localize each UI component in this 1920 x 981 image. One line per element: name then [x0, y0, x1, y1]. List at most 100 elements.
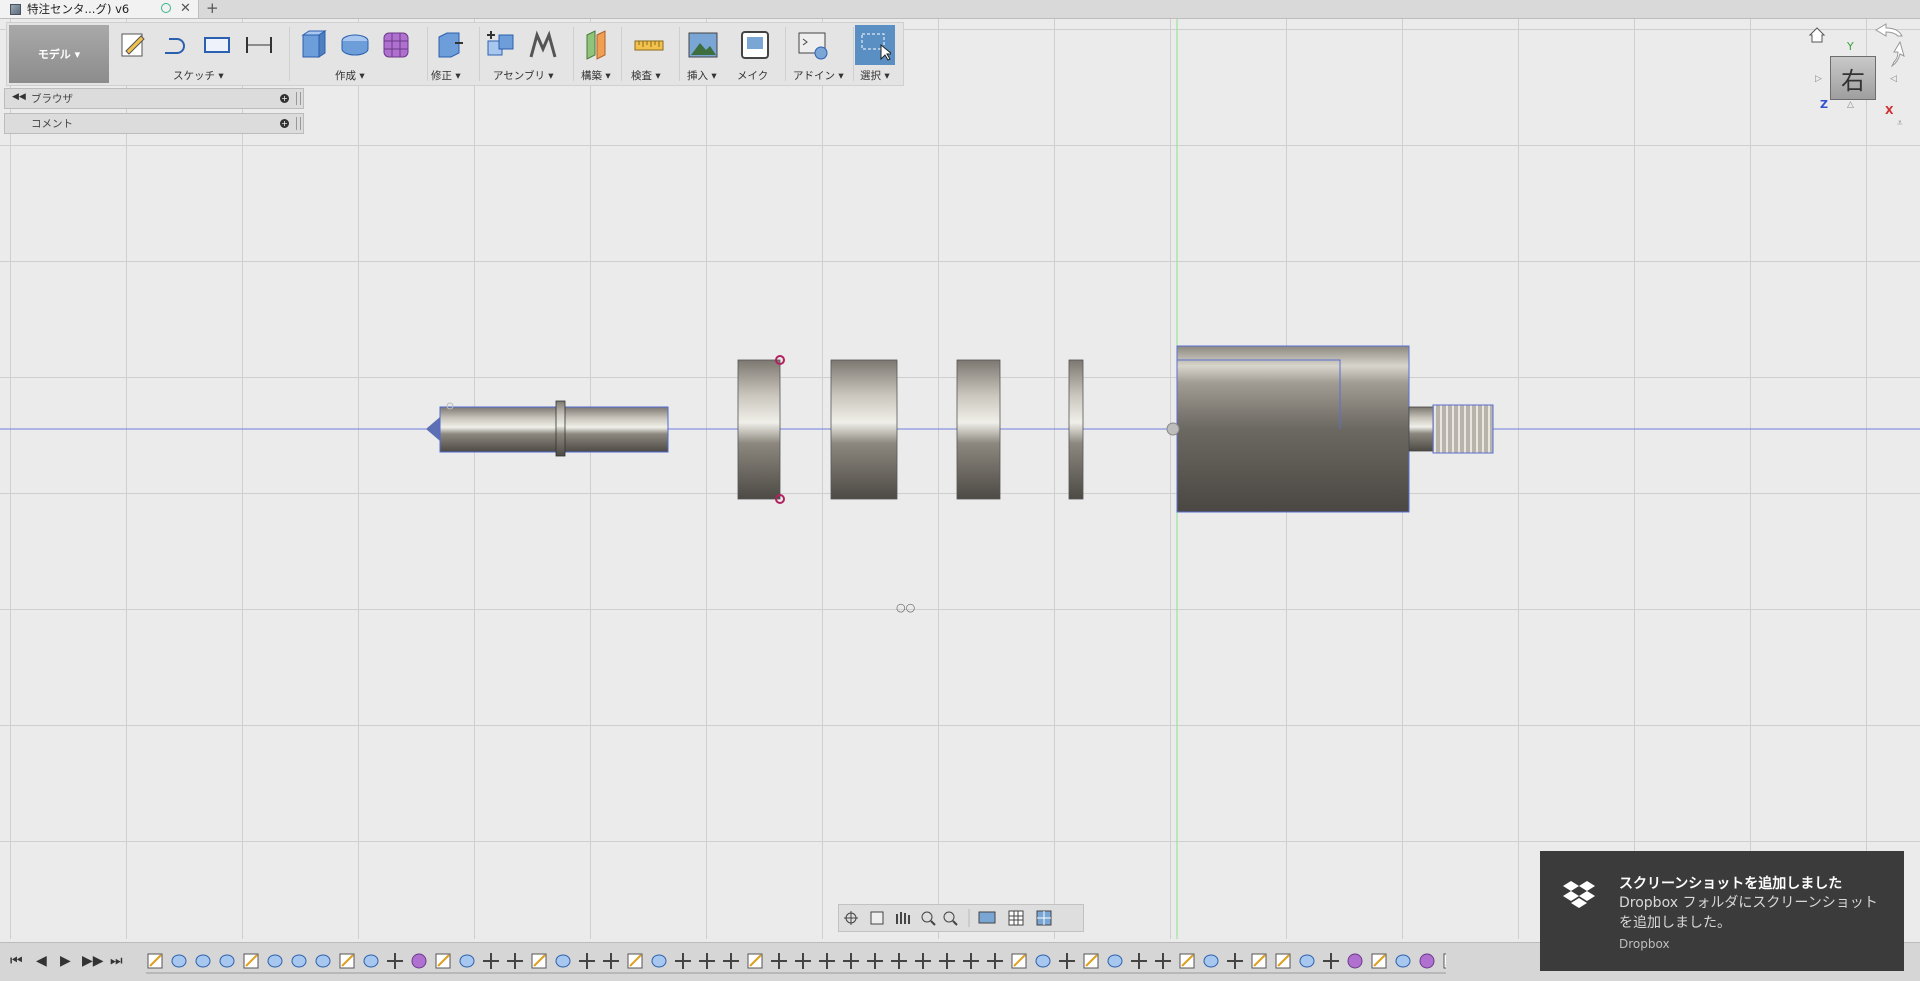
select-tool-active[interactable] — [855, 25, 895, 65]
timeline-feature-move[interactable] — [963, 953, 979, 969]
timeline-previous-button[interactable]: ◀ — [36, 953, 47, 969]
timeline-feature-move[interactable] — [1323, 953, 1339, 969]
inspect-group-label[interactable]: 検査 ▾ — [631, 68, 661, 83]
timeline-feature-move[interactable] — [987, 953, 1003, 969]
timeline-feature-extrude[interactable] — [363, 954, 379, 968]
timeline-feature-move[interactable] — [483, 953, 499, 969]
insert-group-label[interactable]: 挿入 ▾ — [687, 68, 717, 83]
dimension-icon[interactable] — [243, 29, 275, 61]
offset-plane-icon[interactable] — [581, 29, 613, 61]
extrude-icon[interactable] — [297, 29, 329, 61]
timeline-feature-sketch[interactable] — [1443, 953, 1446, 969]
close-tab-button[interactable]: ✕ — [180, 0, 191, 18]
timeline-feature-sketch[interactable] — [627, 953, 643, 969]
timeline-feature-sketch[interactable] — [747, 953, 763, 969]
timeline-feature-sketch[interactable] — [1275, 953, 1291, 969]
create-group-label[interactable]: 作成 ▾ — [335, 68, 365, 83]
timeline-feature-move[interactable] — [819, 953, 835, 969]
timeline-feature-move[interactable] — [795, 953, 811, 969]
joint-icon[interactable] — [527, 29, 559, 61]
timeline-feature-extrude[interactable] — [291, 954, 307, 968]
form-icon[interactable] — [381, 29, 413, 61]
cube-face-right[interactable]: 右 — [1830, 56, 1876, 100]
expand-comment-icon[interactable]: + — [280, 119, 289, 128]
panel-grip-icon[interactable] — [296, 92, 301, 105]
timeline-feature-extrude[interactable] — [459, 954, 475, 968]
timeline-feature-sketch[interactable] — [435, 953, 451, 969]
timeline-feature-move[interactable] — [939, 953, 955, 969]
timeline-feature-move[interactable] — [603, 953, 619, 969]
timeline-feature-revolve[interactable] — [195, 954, 211, 968]
fit-icon[interactable] — [943, 911, 958, 926]
timeline-feature-sketch[interactable] — [339, 953, 355, 969]
dropbox-notification[interactable]: スクリーンショットを追加しました Dropbox フォルダにスクリーンショットを… — [1540, 851, 1904, 971]
new-component-icon[interactable] — [485, 29, 517, 61]
timeline-feature-extrude[interactable] — [651, 954, 667, 968]
timeline-feature-extrude[interactable] — [1299, 954, 1315, 968]
timeline-feature-move[interactable] — [843, 953, 859, 969]
timeline-feature-sketch[interactable] — [531, 953, 547, 969]
cube-right-arrow[interactable]: ◁ — [1890, 74, 1897, 84]
addins-group-label[interactable]: アドイン ▾ — [793, 68, 844, 83]
timeline-feature-sketch[interactable] — [1251, 953, 1267, 969]
make-group-label[interactable]: メイク — [737, 68, 768, 83]
timeline-feature-extrude[interactable] — [267, 954, 283, 968]
timeline-feature-move[interactable] — [867, 953, 883, 969]
timeline-feature-move[interactable] — [579, 953, 595, 969]
timeline-feature-extrude[interactable] — [1035, 954, 1051, 968]
timeline-feature-move[interactable] — [1227, 953, 1243, 969]
timeline-feature-extrude[interactable] — [1107, 954, 1123, 968]
construct-group-label[interactable]: 構築 ▾ — [581, 68, 611, 83]
arc-icon[interactable] — [159, 29, 191, 61]
timeline-feature-revolve[interactable] — [171, 954, 187, 968]
timeline-feature-sketch[interactable] — [1083, 953, 1099, 969]
expand-browser-icon[interactable]: + — [280, 94, 289, 103]
timeline-feature-sketch[interactable] — [1179, 953, 1195, 969]
display-settings-icon[interactable] — [978, 911, 996, 924]
timeline-first-button[interactable]: ⏮ — [10, 953, 23, 969]
pan-icon[interactable] — [896, 912, 910, 924]
timeline-feature-move[interactable] — [915, 953, 931, 969]
timeline-feature-extrude[interactable] — [1203, 954, 1219, 968]
timeline-feature-move[interactable] — [891, 953, 907, 969]
document-tab[interactable]: 特注センタ...グ) v6 ✕ — [0, 0, 199, 18]
workspace-switch-button[interactable]: モデル ▾ — [9, 25, 109, 83]
timeline-feature-move[interactable] — [507, 953, 523, 969]
cube-down-arrow[interactable]: △ — [1847, 100, 1854, 110]
new-tab-button[interactable]: + — [206, 0, 219, 17]
insert-image-icon[interactable] — [687, 29, 719, 61]
rectangle-icon[interactable] — [201, 29, 233, 61]
view-cube[interactable]: Y Z X 右 ▷ ◁ △ ▽ ⩡ — [1790, 22, 1910, 132]
timeline-feature-list[interactable] — [146, 949, 1446, 977]
browser-panel[interactable]: ◀◀ ブラウザ + — [4, 88, 304, 109]
zoom-icon[interactable] — [921, 911, 936, 926]
create-sketch-icon[interactable] — [117, 29, 149, 61]
timeline-feature-move[interactable] — [723, 953, 739, 969]
panel-grip-icon[interactable] — [296, 117, 301, 130]
timeline-feature-move[interactable] — [387, 953, 403, 969]
timeline-feature-move[interactable] — [699, 953, 715, 969]
timeline-next-button[interactable]: ▶▶ — [82, 953, 104, 969]
model-scene[interactable] — [0, 19, 1920, 939]
scripts-addins-icon[interactable] — [797, 29, 829, 61]
timeline-feature-sketch[interactable] — [1011, 953, 1027, 969]
orbit-arrows-icon[interactable] — [1872, 22, 1908, 72]
timeline-feature-revolve[interactable] — [219, 954, 235, 968]
collapse-panel-icon[interactable]: ◀◀ — [12, 92, 26, 102]
grid-settings-icon[interactable] — [1008, 910, 1024, 926]
assemble-group-label[interactable]: アセンブリ ▾ — [493, 68, 554, 83]
look-at-icon[interactable] — [870, 911, 884, 925]
modify-group-label[interactable]: 修正 ▾ — [431, 68, 461, 83]
home-view-icon[interactable] — [1808, 26, 1826, 44]
timeline-feature-move[interactable] — [771, 953, 787, 969]
sketch-group-label[interactable]: スケッチ ▾ — [173, 68, 224, 83]
press-pull-icon[interactable] — [433, 29, 465, 61]
viewports-icon[interactable] — [1036, 910, 1052, 926]
revolve-icon[interactable] — [339, 29, 371, 61]
timeline-feature-extrude[interactable] — [555, 954, 571, 968]
timeline-feature-sketch[interactable] — [243, 953, 259, 969]
timeline-feature-sketch[interactable] — [1371, 953, 1387, 969]
timeline-feature-revolve[interactable] — [1395, 954, 1411, 968]
timeline-feature-move[interactable] — [1059, 953, 1075, 969]
3d-print-icon[interactable] — [739, 29, 771, 61]
